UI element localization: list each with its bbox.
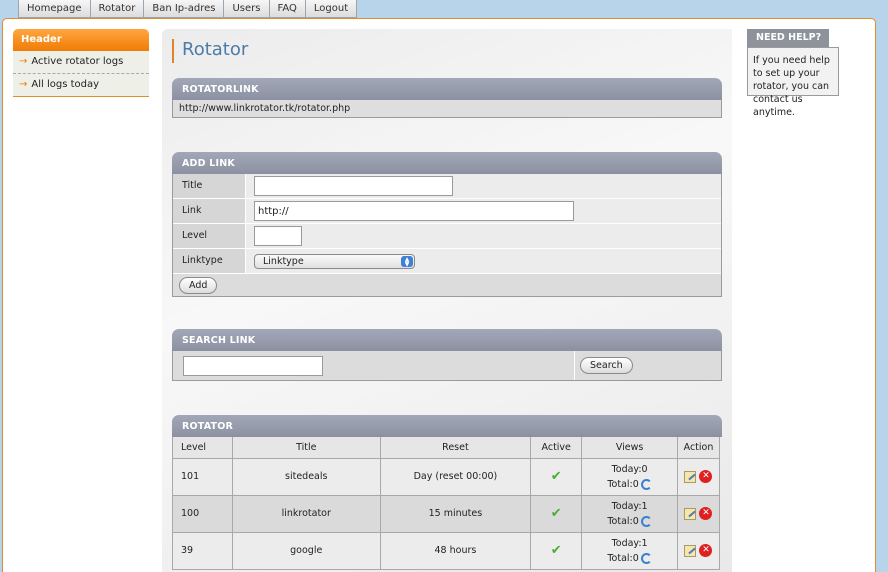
rotator-table: Level Title Reset Active Views Action 10… <box>172 437 721 570</box>
reset-views-icon[interactable] <box>640 478 652 490</box>
check-icon: ✔ <box>550 506 562 521</box>
col-reset: Reset <box>379 437 532 459</box>
nav-rotator[interactable]: Rotator <box>89 0 145 18</box>
level-input[interactable] <box>254 226 302 246</box>
linktype-select[interactable]: Linktype ▲ ▼ <box>254 253 415 269</box>
delete-icon[interactable]: ✕ <box>699 544 713 557</box>
row-views-today: Today:1 <box>611 500 648 512</box>
arrow-right-icon: → <box>19 56 28 67</box>
table-row: 101 sitedeals Day (reset 00:00) ✔ Today:… <box>172 457 721 496</box>
delete-icon[interactable]: ✕ <box>699 470 713 483</box>
add-link-heading: ADD LINK <box>172 152 722 174</box>
nav-homepage[interactable]: Homepage <box>18 0 91 18</box>
search-input[interactable] <box>183 355 323 376</box>
sidebar-item-label: All logs today <box>31 79 100 90</box>
linktype-selected: Linktype <box>263 255 304 267</box>
delete-icon[interactable]: ✕ <box>699 507 713 520</box>
content-area: Rotator ROTATORLINK http://www.linkrotat… <box>162 29 732 572</box>
row-reset: 48 hours <box>379 531 532 570</box>
help-box: NEED HELP? If you need help to set up yo… <box>747 29 839 118</box>
col-active: Active <box>530 437 583 459</box>
linktype-label: Linktype <box>173 249 246 273</box>
row-reset: Day (reset 00:00) <box>379 457 532 496</box>
level-row: Level <box>173 224 721 249</box>
col-level: Level <box>172 437 233 459</box>
page-title: Rotator <box>172 39 248 63</box>
title-input[interactable] <box>254 176 453 196</box>
sidebar-item-active-logs[interactable]: → Active rotator logs <box>13 51 149 74</box>
title-row: Title <box>173 174 721 199</box>
search-link-heading: SEARCH LINK <box>172 329 722 351</box>
search-button[interactable]: Search <box>580 357 633 374</box>
rotator-heading: ROTATOR <box>172 415 722 437</box>
link-row: Link <box>173 199 721 224</box>
nav-logout[interactable]: Logout <box>304 0 358 18</box>
nav-users[interactable]: Users <box>223 0 270 18</box>
rotatorlink-url: http://www.linkrotator.tk/rotator.php <box>172 100 722 118</box>
row-title: sitedeals <box>231 457 381 496</box>
sidebar-item-all-logs[interactable]: → All logs today <box>13 74 149 97</box>
row-views-total: Total:0 <box>607 552 639 564</box>
col-action: Action <box>676 437 721 459</box>
row-level: 101 <box>172 457 233 496</box>
level-label: Level <box>173 224 246 248</box>
edit-icon[interactable] <box>684 470 697 483</box>
row-reset: 15 minutes <box>379 494 532 533</box>
add-link-panel: ADD LINK Title Link Level Linktype Linkt… <box>172 152 722 297</box>
row-title: google <box>231 531 381 570</box>
col-title: Title <box>231 437 381 459</box>
row-title: linkrotator <box>231 494 381 533</box>
search-link-panel: SEARCH LINK Search <box>172 329 722 381</box>
nav-faq[interactable]: FAQ <box>268 0 306 18</box>
edit-icon[interactable] <box>684 507 697 520</box>
rotatorlink-heading: ROTATORLINK <box>172 78 722 100</box>
help-heading: NEED HELP? <box>747 29 829 47</box>
top-nav: Homepage Rotator Ban Ip-adres Users FAQ … <box>18 0 358 18</box>
table-row: 39 google 48 hours ✔ Today:1 Total:0 ✕ <box>172 531 721 570</box>
table-row: 100 linkrotator 15 minutes ✔ Today:1 Tot… <box>172 494 721 533</box>
add-button[interactable]: Add <box>179 276 218 294</box>
check-icon: ✔ <box>550 543 562 558</box>
reset-views-icon[interactable] <box>640 552 652 564</box>
rotatorlink-panel: ROTATORLINK http://www.linkrotator.tk/ro… <box>172 78 722 118</box>
reset-views-icon[interactable] <box>640 515 652 527</box>
sidebar-header: Header <box>13 29 149 51</box>
title-label: Title <box>173 174 246 198</box>
arrow-right-icon: → <box>19 79 28 90</box>
row-level: 100 <box>172 494 233 533</box>
select-arrows-icon: ▲ ▼ <box>401 255 413 267</box>
row-level: 39 <box>172 531 233 570</box>
row-views-total: Total:0 <box>607 478 639 490</box>
sidebar-item-label: Active rotator logs <box>31 56 124 67</box>
nav-ban-ip[interactable]: Ban Ip-adres <box>143 0 225 18</box>
col-views: Views <box>581 437 678 459</box>
add-link-form: Title Link Level Linktype Linktype ▲▼ <box>172 174 722 297</box>
linktype-row: Linktype Linktype ▲ ▼ <box>173 249 721 274</box>
help-text: If you need help to set up your rotator,… <box>747 47 839 118</box>
link-input[interactable] <box>254 201 574 221</box>
rotator-panel: ROTATOR Level Title Reset Active Views A… <box>172 415 722 570</box>
sidebar: Header → Active rotator logs → All logs to… <box>13 29 149 97</box>
check-icon: ✔ <box>550 469 562 484</box>
row-views-total: Total:0 <box>607 515 639 527</box>
edit-icon[interactable] <box>684 544 697 557</box>
row-views-today: Today:0 <box>611 463 648 475</box>
link-label: Link <box>173 199 246 223</box>
row-views-today: Today:1 <box>611 537 648 549</box>
